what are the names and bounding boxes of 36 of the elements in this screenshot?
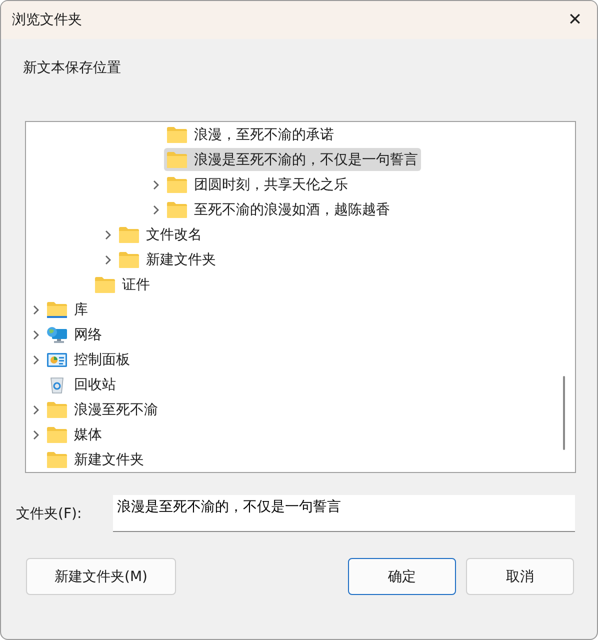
tree-item[interactable]: 浪漫，至死不渝的承诺	[164, 123, 337, 146]
folder-icon	[166, 150, 188, 168]
folder-field[interactable]: 浪漫是至死不渝的，不仅是一句誓言	[113, 495, 575, 532]
network-icon	[46, 326, 68, 344]
folder-icon	[46, 300, 68, 318]
tree-item[interactable]: 网络	[44, 323, 105, 346]
tree-item[interactable]: 新建文件夹	[44, 448, 147, 471]
tree-item[interactable]: 回收站	[44, 373, 119, 396]
folder-icon	[118, 250, 140, 268]
dialog-button[interactable]: 确定	[348, 558, 456, 595]
scrollbar[interactable]	[563, 376, 565, 450]
control-panel-icon	[46, 350, 68, 368]
dialog-button[interactable]: 取消	[466, 558, 574, 595]
folder-icon	[118, 226, 140, 244]
folder-label: 文件夹(F):	[16, 504, 83, 522]
tree-item[interactable]: 文件改名	[116, 223, 205, 246]
window-title: 浏览文件夹	[12, 11, 82, 29]
tree-item[interactable]: 浪漫至死不渝	[44, 398, 161, 421]
tree-item[interactable]: 浪漫是至死不渝的，不仅是一句誓言	[164, 148, 421, 171]
folder-icon	[46, 400, 68, 418]
dialog-button[interactable]: 新建文件夹(M)	[26, 558, 176, 595]
tree-item[interactable]: 证件	[92, 273, 153, 296]
folder-icon	[166, 126, 188, 144]
tree-item[interactable]: 团圆时刻，共享天伦之乐	[164, 173, 351, 196]
tree-item[interactable]: 新建文件夹	[116, 248, 219, 271]
close-button[interactable]: ✕	[553, 1, 597, 39]
folder-icon	[166, 200, 188, 218]
folder-icon	[46, 426, 68, 444]
folder-icon	[94, 276, 116, 294]
folder-icon	[166, 176, 188, 194]
tree-item[interactable]: 库	[44, 298, 91, 321]
tree-item[interactable]: 至死不渝的浪漫如酒，越陈越香	[164, 198, 393, 221]
tree-item[interactable]: 控制面板	[44, 348, 133, 371]
folder-icon	[46, 450, 68, 468]
tree-item[interactable]: 媒体	[44, 423, 105, 446]
prompt-text: 新文本保存位置	[23, 59, 122, 77]
